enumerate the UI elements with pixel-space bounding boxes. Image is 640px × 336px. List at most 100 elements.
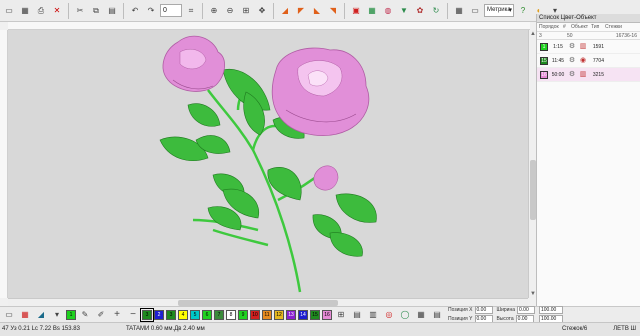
undo-icon[interactable]: ↶: [128, 4, 142, 18]
redo-icon[interactable]: ↷: [144, 4, 158, 18]
eyedropper-icon[interactable]: ✎: [78, 308, 92, 322]
color-select-icon[interactable]: ▭: [2, 308, 16, 322]
color-button[interactable]: 1: [66, 309, 76, 320]
color-swatches: 3 2 3 4 5 6 7 8 9 10 11 12 13 14 15 16: [140, 307, 332, 322]
object-thumbnail-icon: ⚙: [568, 42, 576, 50]
color-object-row[interactable]: 15 11:45 ⚙ ◉ 7704: [537, 54, 640, 68]
right-rose: [271, 47, 370, 136]
circle-icon[interactable]: ◯: [398, 308, 412, 322]
color-button[interactable]: 9: [238, 309, 248, 320]
size-fields: Ширина 0.00 Высота 0.00: [497, 306, 535, 323]
stitch-type-run-icon[interactable]: ◣: [310, 4, 324, 18]
horizontal-ruler: [8, 22, 530, 30]
design-icon[interactable]: ✿: [413, 4, 427, 18]
align-icon[interactable]: ▥: [366, 308, 380, 322]
stitch-type-satin-icon[interactable]: ◢: [278, 4, 292, 18]
pos-x-label: Позиция X: [448, 307, 473, 313]
header-stitches[interactable]: Стежки: [605, 23, 625, 31]
zoom-out-icon[interactable]: ⊖: [223, 4, 237, 18]
color-button[interactable]: 2: [154, 309, 164, 320]
new-file-icon[interactable]: ▭: [2, 4, 16, 18]
print-icon[interactable]: ⎙: [34, 4, 48, 18]
object-thumbnail-icon: ⚙: [568, 56, 576, 64]
vertical-scrollbar[interactable]: ▲ ▼: [528, 30, 536, 298]
toolbar-separator: [202, 2, 203, 19]
color-button[interactable]: 14: [298, 309, 308, 320]
color-button[interactable]: 5: [190, 309, 200, 320]
header-object[interactable]: Объект: [571, 23, 591, 31]
object-thumbnail-icon: ⚙: [568, 70, 576, 78]
color-swatch: 1: [540, 42, 548, 51]
color-button[interactable]: 11: [262, 309, 272, 320]
status-extra: ЛЕТВ Ш: [613, 326, 636, 332]
color-button[interactable]: 16: [322, 309, 332, 320]
ruler-tool-icon[interactable]: ⊞: [334, 308, 348, 322]
thread-icon[interactable]: ▦: [365, 4, 379, 18]
status-bar: 47 Уз 0.21 Lc 7.22 Bs 153.83 TATAMИ 0.60…: [0, 322, 640, 336]
row-stitches: 7704: [592, 57, 604, 64]
pencil-icon[interactable]: ✐: [94, 308, 108, 322]
width-input[interactable]: 0.00: [517, 306, 535, 314]
sub-value-total: 16736-16: [615, 33, 637, 39]
color-bar: ▭ ▦ ◢ ▾ 1 ✎ ✐ + − 3 2 3 4 5 6 7 8 9 10 1…: [0, 306, 640, 323]
header-type[interactable]: Тип: [591, 23, 605, 31]
gradient-icon[interactable]: ▤: [350, 308, 364, 322]
cut-icon[interactable]: ✂: [73, 4, 87, 18]
stitch-icon[interactable]: ⌗: [184, 4, 198, 18]
tshirt-icon[interactable]: ▼: [397, 4, 411, 18]
sub-value-order: 3: [539, 33, 542, 39]
stitch-type-fill-icon[interactable]: ◤: [294, 4, 308, 18]
zoom-in-icon[interactable]: ⊕: [207, 4, 221, 18]
position-fields: Позиция X 0.00 Позиция Y 0.00: [448, 306, 493, 323]
color-button[interactable]: 4: [178, 309, 188, 320]
grid-icon[interactable]: ▦: [452, 4, 466, 18]
close-icon[interactable]: ✕: [50, 4, 64, 18]
hoop-icon[interactable]: ◍: [381, 4, 395, 18]
refresh-icon[interactable]: ↻: [429, 4, 443, 18]
panel-header: Порядок # Объект Тип Стежки: [537, 23, 640, 32]
design-canvas[interactable]: [8, 30, 528, 298]
color-button[interactable]: 3: [140, 307, 154, 322]
help-icon[interactable]: ?: [516, 4, 530, 18]
units-select[interactable]: Метрика: [484, 4, 514, 17]
remove-color-icon[interactable]: −: [126, 308, 140, 322]
header-number[interactable]: #: [563, 23, 571, 31]
horizontal-scrollbar[interactable]: [8, 298, 528, 306]
status-coordinates: 47 Уз 0.21 Lc 7.22 Bs 153.83: [2, 326, 80, 332]
copy-icon[interactable]: ⧉: [89, 4, 103, 18]
open-file-icon[interactable]: ▦: [18, 4, 32, 18]
display-icon[interactable]: ▭: [468, 4, 482, 18]
row-time: 11:45: [551, 57, 565, 64]
color-button[interactable]: 10: [250, 309, 260, 320]
color-palette-icon[interactable]: ▣: [349, 4, 363, 18]
palette-icon[interactable]: ▦: [18, 308, 32, 322]
color-button[interactable]: 13: [286, 309, 296, 320]
color-swatch: 16: [540, 70, 548, 79]
toolbar-separator: [447, 2, 448, 19]
color-button[interactable]: 6: [202, 309, 212, 320]
target-icon[interactable]: ◎: [382, 308, 396, 322]
color-object-list-panel: Список Цвет-Объект Порядок # Объект Тип …: [536, 14, 640, 306]
paste-icon[interactable]: ▤: [105, 4, 119, 18]
zoom-fit-icon[interactable]: ⊞: [239, 4, 253, 18]
color-object-row[interactable]: 1 1:15 ⚙ ▥ 1591: [537, 40, 640, 54]
toolbar-separator: [68, 2, 69, 19]
color-object-row[interactable]: 16 50:00 ⚙ ▥ 3215: [537, 68, 640, 82]
color-button[interactable]: 12: [274, 309, 284, 320]
pos-x-input[interactable]: 0.00: [474, 306, 493, 314]
layers-icon[interactable]: ▦: [414, 308, 428, 322]
sub-value-count: 50: [567, 33, 573, 39]
color-button[interactable]: 8: [226, 309, 236, 320]
pan-icon[interactable]: ✥: [255, 4, 269, 18]
stitch-count-field[interactable]: 0: [160, 4, 182, 17]
bucket-icon[interactable]: ◢: [34, 308, 48, 322]
stitch-type-complex-icon[interactable]: ◥: [326, 4, 340, 18]
color-button[interactable]: 15: [310, 309, 320, 320]
properties-icon[interactable]: ▤: [430, 308, 444, 322]
header-order[interactable]: Порядок: [537, 23, 563, 31]
scale-x-input[interactable]: 100.00: [539, 306, 563, 314]
color-button[interactable]: 7: [214, 309, 224, 320]
add-color-icon[interactable]: +: [110, 308, 124, 322]
color-button[interactable]: 3: [166, 309, 176, 320]
dropdown-icon[interactable]: ▾: [50, 308, 64, 322]
